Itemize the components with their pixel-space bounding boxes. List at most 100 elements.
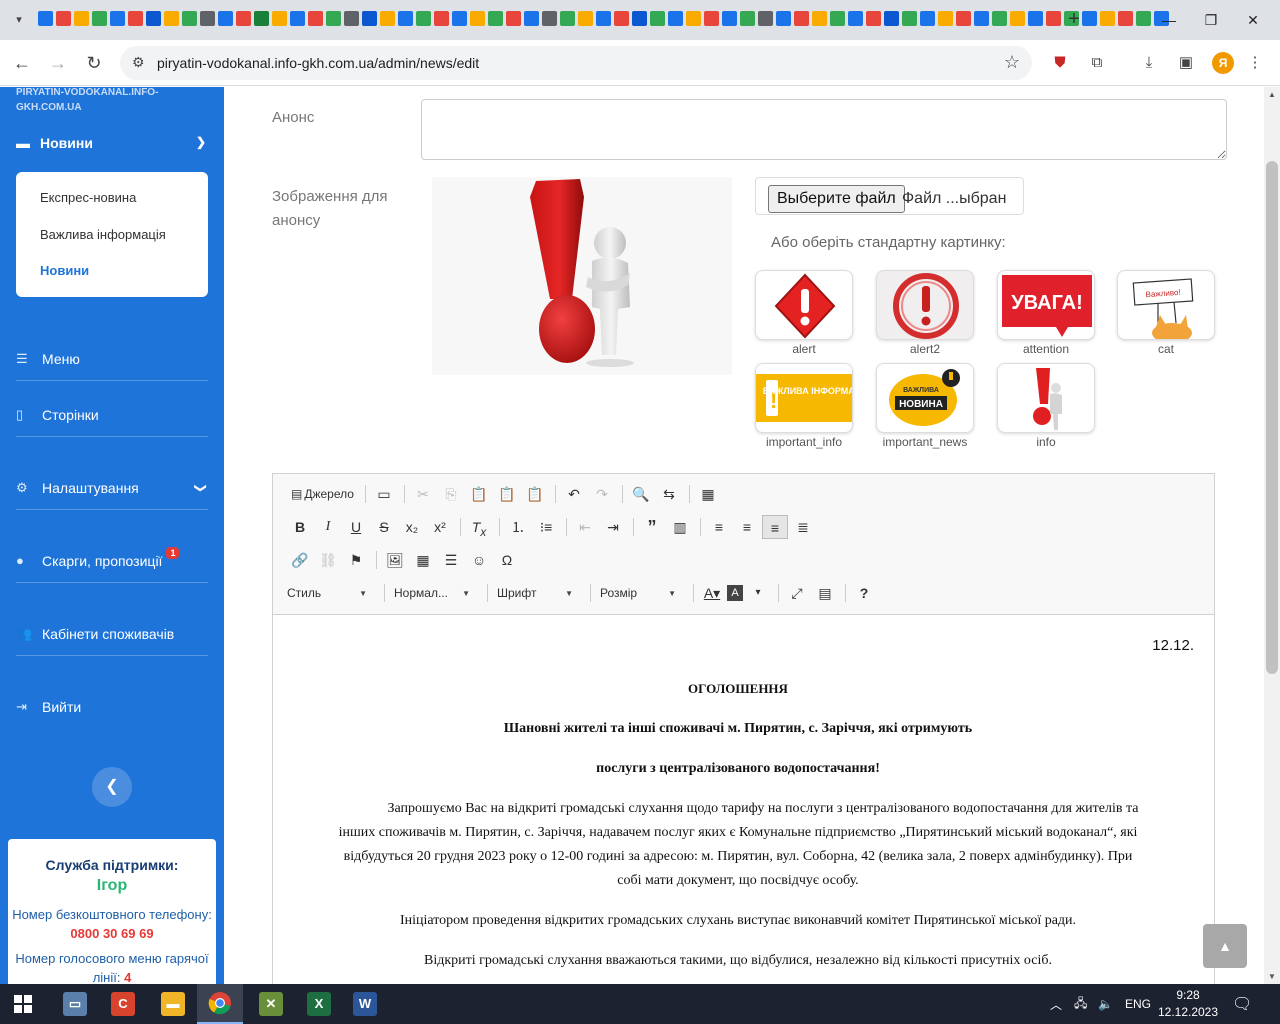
standard-image-important-news[interactable]: ВАЖЛИВА НОВИНА important_news [875,363,975,449]
pinned-tab-favicon-icon[interactable] [578,11,593,26]
pinned-tab-favicon-icon[interactable] [38,11,53,26]
new-tab-button[interactable]: + [1062,8,1086,32]
align-center-icon[interactable]: ≡ [734,515,760,539]
tray-clock[interactable]: 9:28 12.12.2023 [1155,987,1221,1021]
format-combo[interactable]: Нормал... ▼ [390,581,474,605]
standard-image-important-info[interactable]: ! ВАЖЛИВА ІНФОРМАЦІЯ! important_info [754,363,854,449]
bulleted-list-icon[interactable]: ⁝≡ [533,515,559,539]
taskbar-chrome-icon[interactable] [197,984,243,1024]
pinned-tab-favicon-icon[interactable] [704,11,719,26]
taskbar-word-icon[interactable]: W [342,984,388,1024]
free-phone-number[interactable]: 0800 30 69 69 [70,926,153,941]
pinned-tab-favicon-icon[interactable] [974,11,989,26]
horizontal-line-icon[interactable]: ☰ [438,548,464,572]
pinned-tab-favicon-icon[interactable] [200,11,215,26]
pinned-tab-favicon-icon[interactable] [254,11,269,26]
subscript-icon[interactable]: x₂ [399,515,425,539]
pinned-tab-favicon-icon[interactable] [866,11,881,26]
cut-icon[interactable]: ✂ [410,482,436,506]
tab-search-icon[interactable]: ▾ [8,8,30,30]
pinned-tab-favicon-icon[interactable] [74,11,89,26]
pinned-tab-favicon-icon[interactable] [1118,11,1133,26]
text-color-icon[interactable]: A▾ [699,581,725,605]
taskbar-app-tools-icon[interactable]: ✕ [248,984,294,1024]
alert-thumbnail[interactable] [755,270,853,340]
bold-icon[interactable]: B [287,515,313,539]
blockquote-icon[interactable]: ” [639,515,665,539]
pinned-tab-favicon-icon[interactable] [1136,11,1151,26]
back-icon[interactable]: ← [10,51,34,75]
maximize-icon[interactable]: ⤢ [784,581,810,605]
replace-icon[interactable]: ⇆ [656,482,682,506]
pinned-tab-favicon-icon[interactable] [164,11,179,26]
redo-icon[interactable]: ↷ [589,482,615,506]
pinned-tab-favicon-icon[interactable] [542,11,557,26]
pinned-tab-favicon-icon[interactable] [326,11,341,26]
profile-avatar[interactable]: Я [1212,52,1234,74]
taskbar-app-monitor-icon[interactable]: ▭ [52,984,98,1024]
pinned-tab-favicon-icon[interactable] [848,11,863,26]
justify-icon[interactable]: ≣ [790,515,816,539]
taskbar-file-explorer-icon[interactable]: ▬ [150,984,196,1024]
pinned-tab-favicon-icon[interactable] [650,11,665,26]
address-bar[interactable]: ⚙ piryatin-vodokanal.info-gkh.com.ua/adm… [120,46,1032,80]
pinned-tab-favicon-icon[interactable] [596,11,611,26]
italic-icon[interactable]: I [315,515,341,539]
pinned-tab-favicon-icon[interactable] [686,11,701,26]
unlink-icon[interactable]: ⛓ [315,548,341,572]
url-text[interactable]: piryatin-vodokanal.info-gkh.com.ua/admin… [157,55,479,71]
strikethrough-icon[interactable]: S [371,515,397,539]
site-info-icon[interactable]: ⚙ [132,54,145,71]
pinned-tab-favicon-icon[interactable] [740,11,755,26]
submenu-item-news[interactable]: Новини [40,263,89,278]
bookmark-star-icon[interactable]: ☆ [1004,52,1020,73]
pinned-tab-favicon-icon[interactable] [830,11,845,26]
maximize-icon[interactable]: ❐ [1196,8,1226,32]
standard-image-info[interactable]: info [996,363,1096,449]
div-container-icon[interactable]: ▥ [667,515,693,539]
size-combo[interactable]: Розмір ▼ [596,581,680,605]
special-char-omega-icon[interactable]: Ω [494,548,520,572]
sidebar-item-pages[interactable]: ▯ Сторінки [16,393,208,437]
standard-image-alert[interactable]: alert [754,270,854,356]
choose-file-button[interactable]: Выберите файл [768,185,905,213]
tray-volume-icon[interactable]: 🔈 [1098,984,1113,1024]
sidebar-item-logout[interactable]: ⇥ Вийти [16,685,208,729]
important-info-thumbnail[interactable]: ! ВАЖЛИВА ІНФОРМАЦІЯ! [755,363,853,433]
style-combo[interactable]: Стиль ▼ [283,581,371,605]
pinned-tab-favicon-icon[interactable] [470,11,485,26]
pinned-tab-favicon-icon[interactable] [992,11,1007,26]
pinned-tab-favicon-icon[interactable] [902,11,917,26]
info-thumbnail[interactable] [997,363,1095,433]
find-icon[interactable]: 🔍 [628,482,654,506]
select-all-icon[interactable]: ▦ [695,482,721,506]
bg-color-dropdown-icon[interactable]: ▾ [745,581,771,605]
anchor-flag-icon[interactable]: ⚑ [343,548,369,572]
anons-textarea[interactable] [421,99,1227,160]
font-combo[interactable]: Шрифт ▼ [493,581,577,605]
link-icon[interactable]: 🔗 [287,548,313,572]
sidebar-collapse-button[interactable]: ❮ [92,767,132,807]
cat-thumbnail[interactable]: Важливо! [1117,270,1215,340]
superscript-icon[interactable]: x² [427,515,453,539]
pinned-tab-favicon-icon[interactable] [290,11,305,26]
pinned-tab-favicon-icon[interactable] [362,11,377,26]
extensions-icon[interactable]: ⧉ [1086,52,1108,74]
pinned-tab-favicon-icon[interactable] [1010,11,1025,26]
pinned-tab-favicon-icon[interactable] [956,11,971,26]
pinned-tab-favicon-icon[interactable] [92,11,107,26]
pinned-tab-favicon-icon[interactable] [884,11,899,26]
reload-icon[interactable]: ↻ [82,51,106,75]
paste-text-icon[interactable]: 📋 [494,482,520,506]
pinned-tab-favicon-icon[interactable] [1028,11,1043,26]
scroll-up-arrow-icon[interactable]: ▲ [1268,90,1276,99]
pinned-tab-favicon-icon[interactable] [380,11,395,26]
smiley-icon[interactable]: ☺ [466,548,492,572]
sidebar-item-complaints[interactable]: ● Скарги, пропозиції 1 [16,539,208,583]
pinned-tab-favicon-icon[interactable] [938,11,953,26]
browser-menu-icon[interactable]: ⋮ [1244,52,1266,74]
templates-icon[interactable]: ▭ [371,482,397,506]
pinned-tab-favicon-icon[interactable] [128,11,143,26]
sidebar-item-settings[interactable]: ⚙ Налаштування ❯ [16,466,208,510]
image-icon[interactable]: 🖼 [382,548,408,572]
